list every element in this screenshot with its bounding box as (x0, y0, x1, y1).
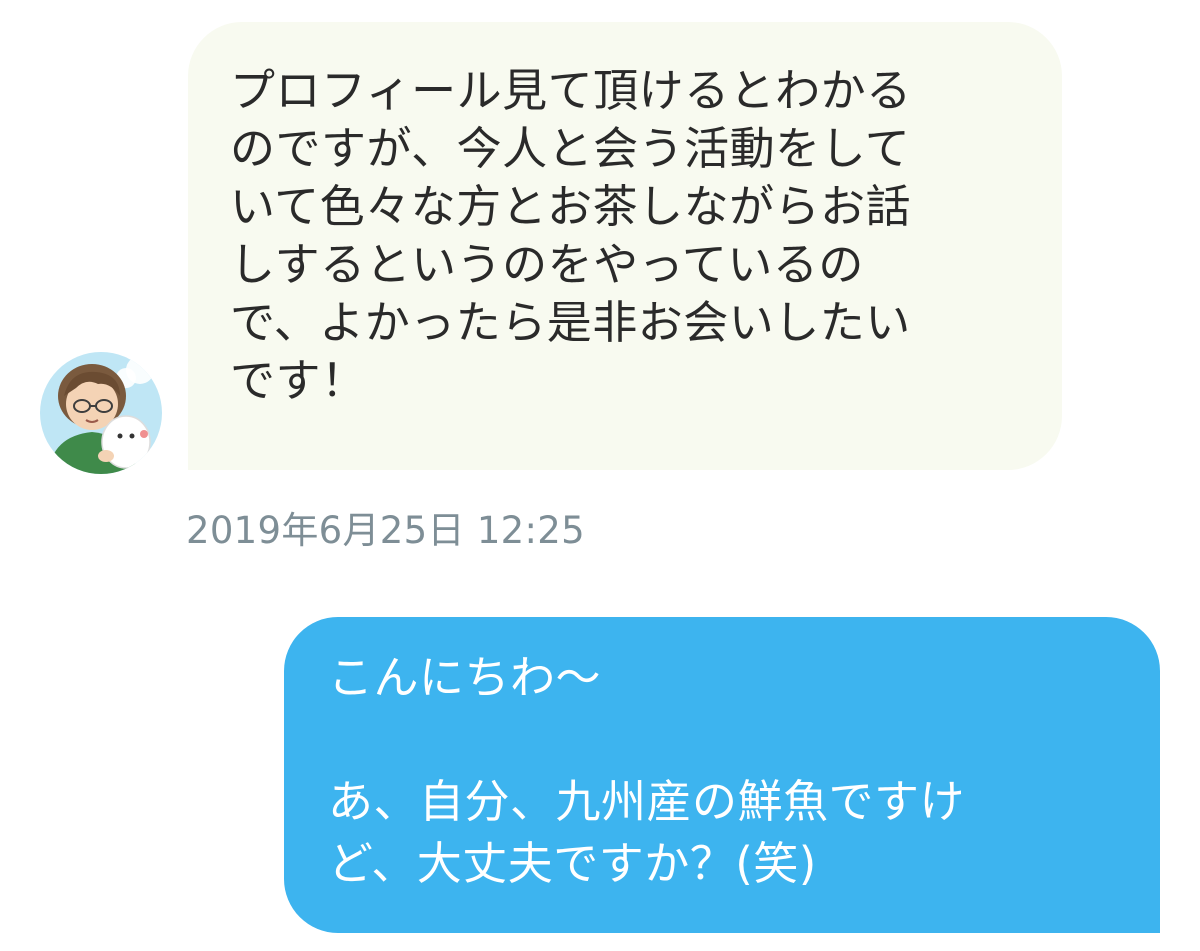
message-timestamp: 2019年6月25日 12:25 (186, 509, 585, 552)
user-avatar-icon[interactable] (40, 352, 162, 474)
outgoing-message-bubble[interactable]: こんにちわ〜 あ、自分、九州産の鮮魚ですけ ど、大丈夫ですか？(笑) (284, 617, 1160, 933)
chat-thread: プロフィール見て頂けるとわかる のですが、今人と会う活動をして いて色々な方とお… (0, 0, 1200, 951)
incoming-message-bubble[interactable]: プロフィール見て頂けるとわかる のですが、今人と会う活動をして いて色々な方とお… (188, 22, 1062, 470)
